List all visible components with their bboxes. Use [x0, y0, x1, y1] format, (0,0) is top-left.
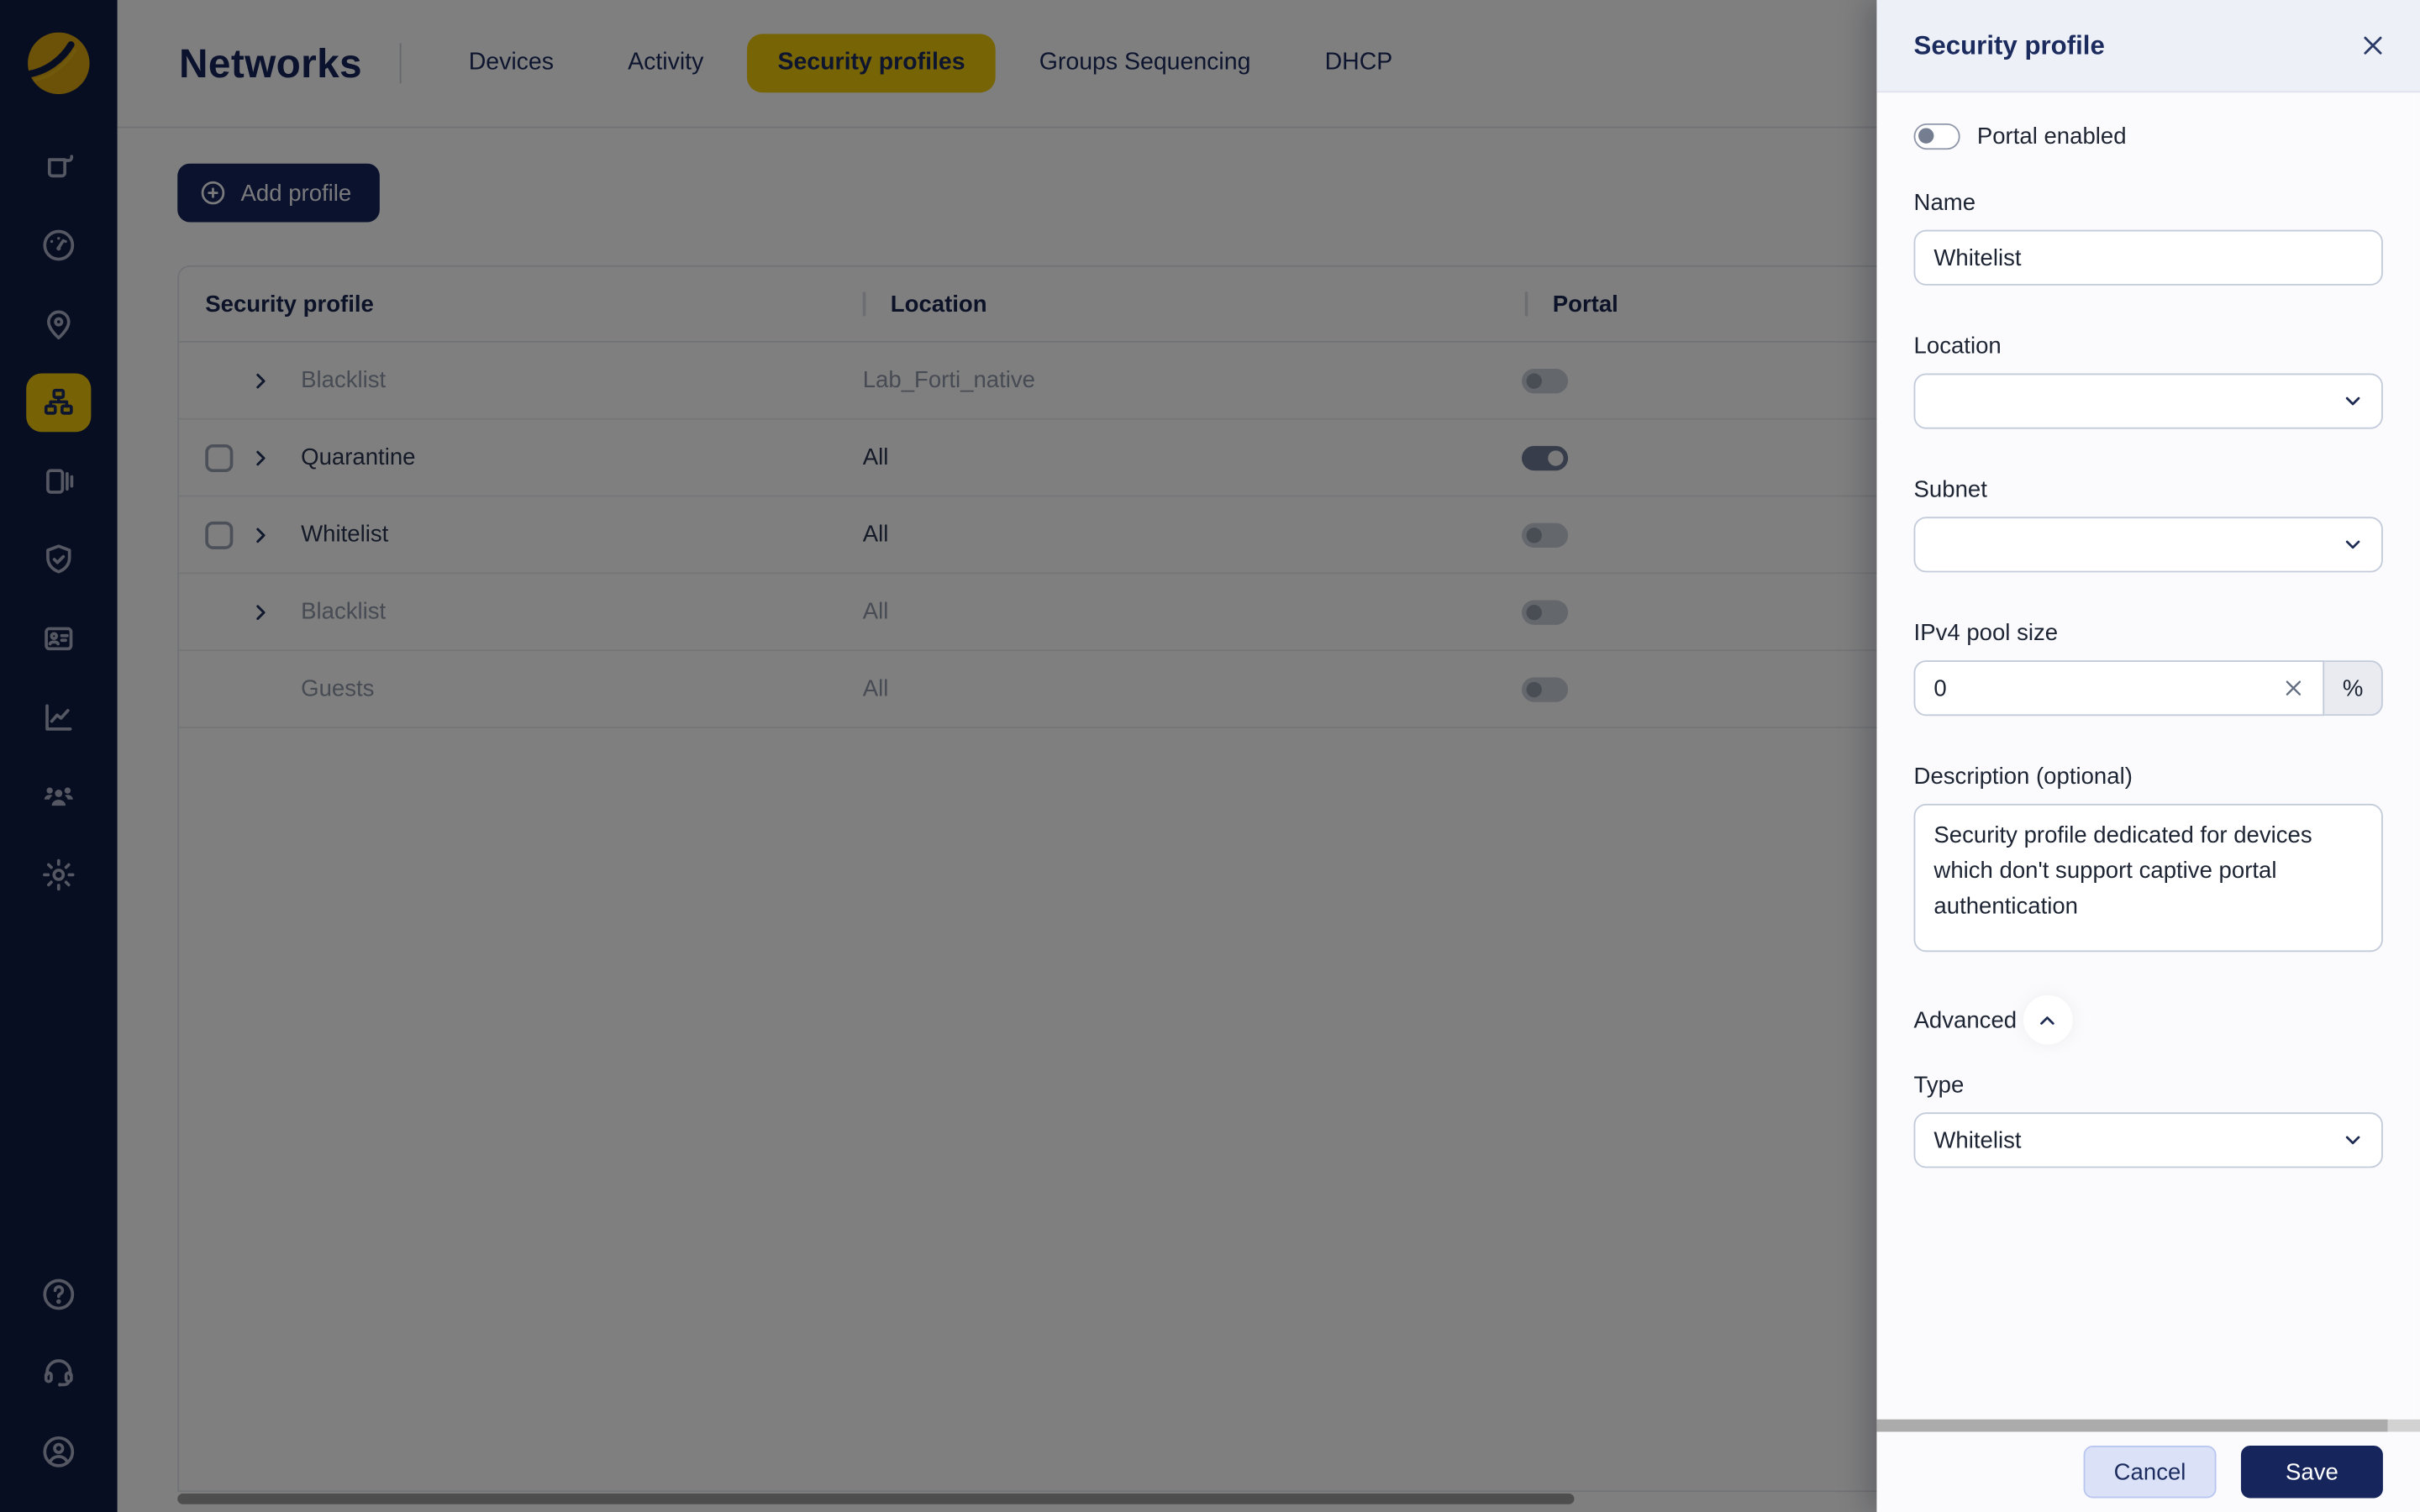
type-select[interactable]: Whitelist — [1914, 1112, 2383, 1168]
collapse-advanced-button[interactable] — [2023, 995, 2072, 1045]
scrollbar-thumb[interactable] — [1876, 1420, 2387, 1432]
drawer-header: Security profile — [1876, 0, 2420, 92]
drawer-body: Portal enabled Name Whitelist Location S… — [1876, 92, 2420, 1420]
toggle-knob — [1918, 128, 1933, 143]
portal-enabled-row: Portal enabled — [1914, 123, 2383, 150]
ipv4-pool-size-label: IPv4 pool size — [1914, 620, 2383, 646]
location-select[interactable] — [1914, 373, 2383, 428]
drawer-horizontal-scrollbar[interactable] — [1876, 1420, 2420, 1432]
save-button[interactable]: Save — [2241, 1446, 2383, 1498]
close-button[interactable] — [2355, 29, 2389, 62]
drawer-title: Security profile — [1914, 30, 2105, 61]
portal-enabled-label: Portal enabled — [1977, 123, 2127, 150]
description-label: Description (optional) — [1914, 764, 2383, 790]
name-label: Name — [1914, 190, 2383, 216]
subnet-select[interactable] — [1914, 517, 2383, 572]
type-label: Type — [1914, 1073, 2383, 1099]
security-profile-drawer: Security profile Portal enabled Name Whi… — [1876, 0, 2420, 1512]
ipv4-value: 0 — [1933, 675, 1946, 701]
advanced-section-toggle: Advanced — [1914, 995, 2383, 1045]
name-input[interactable]: Whitelist — [1914, 230, 2383, 286]
clear-icon[interactable] — [2283, 677, 2305, 699]
location-label: Location — [1914, 333, 2383, 360]
chevron-up-icon — [2036, 1008, 2060, 1032]
drawer-footer: Cancel Save — [1876, 1431, 2420, 1512]
ipv4-pool-size-group: 0 % — [1914, 660, 2383, 716]
cancel-button[interactable]: Cancel — [2084, 1446, 2217, 1498]
chevron-down-icon — [2341, 390, 2365, 413]
ipv4-pool-size-input[interactable]: 0 — [1914, 660, 2325, 716]
portal-enabled-toggle[interactable] — [1914, 123, 1960, 150]
app-viewport: Networks Devices Activity Security profi… — [0, 0, 2420, 1512]
close-icon — [2359, 33, 2385, 59]
subnet-label: Subnet — [1914, 477, 2383, 503]
chevron-down-icon — [2341, 533, 2365, 557]
type-value: Whitelist — [1933, 1127, 2021, 1153]
percent-unit-button[interactable]: % — [2324, 660, 2383, 716]
description-textarea[interactable]: Security profile dedicated for devices w… — [1914, 804, 2383, 952]
advanced-label: Advanced — [1914, 1006, 2018, 1032]
chevron-down-icon — [2341, 1129, 2365, 1152]
